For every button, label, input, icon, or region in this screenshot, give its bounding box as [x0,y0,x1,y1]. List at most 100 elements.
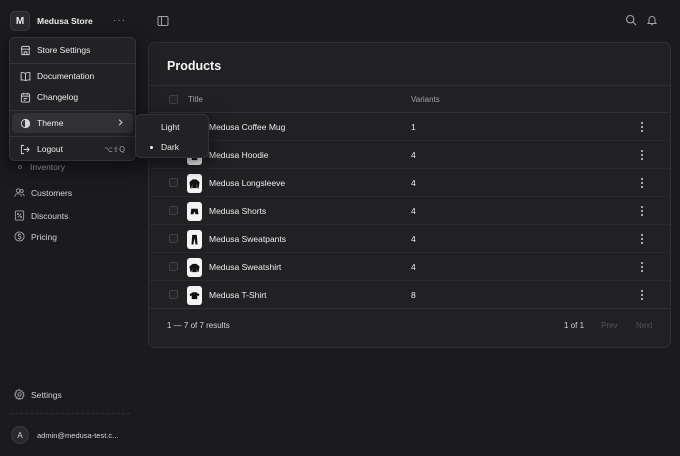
logout-shortcut: ⌥⇧Q [104,145,125,154]
table-row[interactable]: Medusa Sweatpants 4 [149,225,670,253]
menu-item-label: Documentation [37,71,95,81]
table-header: Title Variants [149,85,670,113]
pagination: 1 — 7 of 7 results 1 of 1 Prev Next [149,307,670,337]
store-menu: Store Settings Documentation Changelog T… [9,37,136,161]
menu-item-label: Store Settings [37,45,91,55]
pagination-count: 1 — 7 of 7 results [167,321,230,330]
sidebar-item-label: Discounts [31,210,69,221]
row-checkbox[interactable] [169,290,178,299]
discount-icon [14,210,25,221]
users-icon [14,188,25,197]
user-menu[interactable]: A admin@medusa-test.c... [11,426,118,444]
menu-item-documentation[interactable]: Documentation [12,66,133,86]
row-checkbox[interactable] [169,262,178,271]
table-row[interactable]: Medusa Longsleeve 4 [149,169,670,197]
bullet-icon [18,165,22,169]
selected-indicator-icon [150,146,153,149]
row-actions-icon[interactable] [636,176,648,190]
product-title[interactable]: Medusa T-Shirt [209,290,266,300]
gear-icon [14,389,25,400]
row-checkbox[interactable] [169,206,178,215]
search-icon[interactable] [625,14,637,26]
store-avatar: M [10,11,30,31]
product-variants: 4 [411,262,416,272]
product-title[interactable]: Medusa Longsleeve [209,178,285,188]
prev-page-button[interactable]: Prev [601,321,617,330]
table-row[interactable]: Medusa T-Shirt 8 [149,281,670,309]
store-name: Medusa Store [37,16,93,26]
theme-option-dark[interactable]: Dark [138,138,206,156]
menu-item-label: Logout [37,144,63,154]
contrast-icon [20,118,31,128]
theme-submenu: Light Dark [135,114,209,158]
row-checkbox[interactable] [169,234,178,243]
sidebar-item-settings[interactable]: Settings [14,389,62,400]
sidebar-item-label: Customers [31,187,73,198]
sidebar-item-pricing[interactable]: Pricing [14,231,57,242]
sidebar-toggle-icon[interactable] [157,15,169,27]
menu-divider [10,136,135,137]
row-actions-icon[interactable] [636,288,648,302]
table-row[interactable]: Medusa Shorts 4 [149,197,670,225]
sidebar-item-label: Pricing [31,231,57,242]
book-icon [20,71,31,81]
sidebar-item-discounts[interactable]: Discounts [14,210,68,221]
theme-option-label: Light [161,122,180,132]
calendar-icon [20,92,31,103]
product-title[interactable]: Medusa Sweatshirt [209,262,281,272]
store-switcher[interactable]: M Medusa Store ··· [10,10,128,32]
product-title[interactable]: Medusa Shorts [209,206,266,216]
logout-icon [20,144,30,154]
menu-item-logout[interactable]: Logout ⌥⇧Q [12,139,133,159]
table-row[interactable]: Medusa Sweatshirt 4 [149,253,670,281]
table-row[interactable]: Medusa Hoodie 4 [149,141,670,169]
sweatshirt-icon [187,258,202,277]
row-actions-icon[interactable] [636,204,648,218]
longsleeve-icon [187,174,202,193]
product-variants: 4 [411,234,416,244]
select-all-checkbox[interactable] [169,95,178,104]
chevron-right-icon [118,119,123,126]
sweatpants-icon [187,230,202,249]
row-actions-icon[interactable] [636,232,648,246]
product-title[interactable]: Medusa Hoodie [209,150,269,160]
sidebar-item-label: Inventory [30,162,65,172]
sidebar-item-inventory[interactable]: Inventory [18,162,65,172]
product-variants: 8 [411,290,416,300]
shorts-icon [187,202,202,221]
row-actions-icon[interactable] [636,260,648,274]
product-variants: 4 [411,206,416,216]
column-header-variants[interactable]: Variants [411,95,440,104]
row-checkbox[interactable] [169,178,178,187]
theme-option-label: Dark [161,142,179,152]
currency-icon [14,231,25,242]
products-card: Products Title Variants Medusa Coffee Mu… [148,42,671,348]
tshirt-icon [187,286,202,305]
sidebar-item-customers[interactable]: Customers [14,187,72,198]
product-title[interactable]: Medusa Sweatpants [209,234,286,244]
store-icon [20,45,31,55]
menu-item-changelog[interactable]: Changelog [12,87,133,107]
row-actions-icon[interactable] [636,120,648,134]
avatar: A [11,426,29,444]
product-variants: 1 [411,122,416,132]
user-email: admin@medusa-test.c... [37,430,119,440]
menu-divider [10,110,135,111]
more-icon[interactable]: ··· [113,15,126,26]
sidebar-item-label: Settings [31,389,62,400]
theme-option-light[interactable]: Light [138,118,206,136]
bell-icon[interactable] [646,14,658,26]
next-page-button[interactable]: Next [636,321,652,330]
menu-item-theme[interactable]: Theme [12,113,133,133]
product-variants: 4 [411,150,416,160]
product-variants: 4 [411,178,416,188]
menu-divider [10,63,135,64]
product-title[interactable]: Medusa Coffee Mug [209,122,285,132]
sidebar-divider [10,413,130,414]
column-header-title[interactable]: Title [188,95,203,104]
page-title: Products [167,59,222,73]
row-actions-icon[interactable] [636,148,648,162]
menu-item-label: Theme [37,118,64,128]
menu-item-store-settings[interactable]: Store Settings [12,40,133,60]
table-row[interactable]: Medusa Coffee Mug 1 [149,113,670,141]
